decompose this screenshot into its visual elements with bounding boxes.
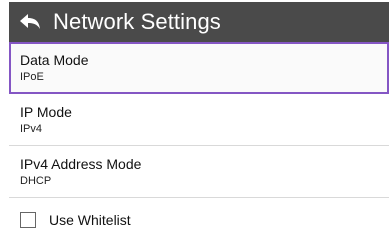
- back-button[interactable]: [9, 2, 51, 42]
- setting-use-whitelist[interactable]: Use Whitelist: [9, 198, 389, 242]
- setting-label: Data Mode: [20, 52, 89, 68]
- whitelist-checkbox[interactable]: [20, 212, 36, 228]
- settings-list: Data Mode IPoE IP Mode IPv4 IPv4 Address…: [9, 42, 389, 242]
- whitelist-label: Use Whitelist: [49, 212, 131, 228]
- setting-label: IP Mode: [20, 104, 72, 120]
- title-bar: Network Settings: [9, 2, 389, 42]
- setting-value: DHCP: [20, 175, 52, 187]
- setting-ip-mode[interactable]: IP Mode IPv4: [9, 94, 389, 146]
- page-title: Network Settings: [53, 9, 221, 34]
- back-arrow-icon: [20, 14, 40, 29]
- setting-data-mode[interactable]: Data Mode IPoE: [9, 42, 389, 94]
- setting-value: IPoE: [20, 71, 44, 83]
- settings-screen: Network Settings Data Mode IPoE IP Mode …: [0, 0, 389, 241]
- setting-label: IPv4 Address Mode: [20, 156, 142, 172]
- setting-ipv4-address-mode[interactable]: IPv4 Address Mode DHCP: [9, 146, 389, 198]
- setting-value: IPv4: [20, 123, 43, 135]
